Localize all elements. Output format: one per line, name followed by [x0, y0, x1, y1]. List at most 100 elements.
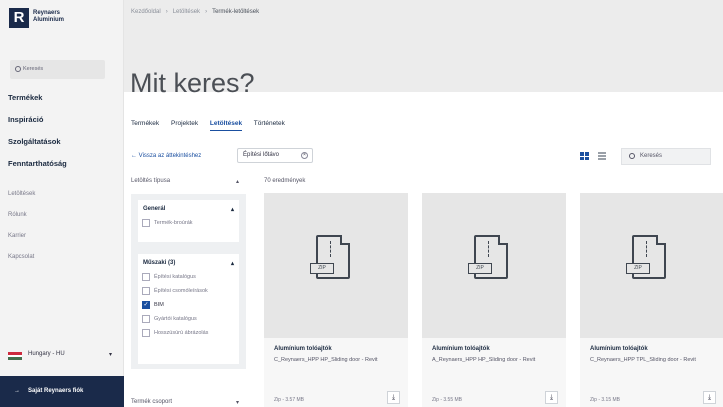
sidebar-item-kapcsolat[interactable]: Kapcsolat — [8, 253, 35, 274]
filter-option-label: Termék-broúrák — [154, 220, 193, 226]
tab-termekek[interactable]: Termékek — [131, 120, 159, 130]
download-card[interactable]: ZIP Alumínium tolóajtók A_Reynaers_HPP H… — [422, 193, 566, 407]
sidebar-item-fenntarthatosag[interactable]: Fenntarthatóság — [8, 158, 67, 180]
card-info: Alumínium tolóajtók C_Reynaers_HPP HP_Sl… — [264, 338, 408, 407]
account-button-label: Saját Reynaers fiók — [28, 388, 84, 394]
chevron-up-icon: ▴ — [235, 179, 239, 185]
sidebar-item-szolgaltatasok[interactable]: Szolgáltatások — [8, 136, 67, 158]
card-file-name[interactable]: C_Reynaers_HPP HP_Sliding door - Revit — [274, 356, 398, 365]
list-view-icon[interactable] — [598, 152, 606, 160]
sidebar-item-letoltesek[interactable]: Letöltések — [8, 190, 35, 211]
results-search-placeholder: Keresés — [640, 153, 663, 159]
results-search-input[interactable]: Keresés — [621, 148, 711, 165]
filter-option-label: Gyártói katalógus — [154, 316, 197, 322]
checkbox[interactable] — [142, 329, 150, 337]
card-file-name[interactable]: C_Reynaers_HPP TPL_Sliding door - Revit — [590, 356, 714, 365]
filter-option-label: Építési csomóleírások — [154, 288, 208, 294]
card-file-name[interactable]: A_Reynaers_HPP HP_Sliding door - Revit — [432, 356, 556, 365]
back-link-label: Vissza az áttekintéshez — [138, 153, 202, 159]
file-type-tag: ZIP — [468, 263, 492, 274]
card-category: Alumínium tolóajtók — [590, 346, 648, 352]
sidebar-search-button[interactable]: Keresés — [10, 60, 105, 79]
account-button[interactable]: → Saját Reynaers fiók — [0, 376, 124, 407]
grid-view-icon[interactable] — [580, 152, 589, 160]
brand-name-line2: Aluminium — [33, 17, 64, 23]
active-filter-label: Építési lőtávo — [243, 152, 280, 158]
arrow-left-icon: ← — [131, 153, 137, 159]
filter-group-technical: Műszaki (3) ▴ Építési katalógus Építési … — [138, 254, 239, 364]
language-label: Hungary - HU — [28, 351, 65, 357]
card-thumbnail: ZIP — [422, 193, 566, 338]
zip-file-icon: ZIP — [468, 235, 508, 279]
filter-option-label: BIM — [154, 302, 164, 308]
zip-file-icon: ZIP — [310, 235, 350, 279]
file-type-tag: ZIP — [626, 263, 650, 274]
sidebar-item-karrier[interactable]: Karrier — [8, 232, 35, 253]
filter-option[interactable]: Termék-broúrák — [138, 216, 239, 230]
filter-product-group[interactable]: Termék csoport ▾ — [131, 399, 239, 406]
back-to-overview-link[interactable]: ← Vissza az áttekintéshez — [131, 153, 201, 159]
arrow-right-icon: → — [14, 388, 20, 394]
card-file-size: Zip - 3.57 MB — [274, 397, 305, 403]
filter-group-title-label: Műszaki (3) — [143, 260, 176, 266]
active-filter-chip[interactable]: Építési lőtávo × — [237, 148, 313, 163]
filter-option[interactable]: Építési csomóleírások — [138, 284, 239, 298]
filter-option-label: Építési katalógus — [154, 274, 196, 280]
filter-group-title[interactable]: Műszaki (3) ▴ — [138, 254, 239, 270]
card-info: Alumínium tolóajtók C_Reynaers_HPP TPL_S… — [580, 338, 723, 407]
filter-header-label: Letöltés típusa — [131, 178, 171, 184]
sidebar: R Reynaers Aluminium Keresés Termékek In… — [0, 0, 124, 407]
card-file-size: Zip - 3.15 MB — [590, 397, 621, 403]
card-category: Alumínium tolóajtók — [274, 346, 332, 352]
filter-option[interactable]: Építési katalógus — [138, 270, 239, 284]
filter-header[interactable]: Letöltés típusa ▴ — [131, 178, 239, 185]
sidebar-item-termekek[interactable]: Termékek — [8, 92, 67, 114]
chevron-up-icon: ▴ — [230, 207, 234, 213]
tab-letoltesek[interactable]: Letöltések — [209, 120, 243, 131]
download-card[interactable]: ZIP Alumínium tolóajtók C_Reynaers_HPP T… — [580, 193, 723, 407]
breadcrumb: Kezdőoldal › Letöltések › Termék-letöltések — [131, 9, 260, 15]
tab-tortenetek[interactable]: Történetek — [254, 120, 285, 130]
checkbox[interactable] — [142, 315, 150, 323]
close-icon[interactable]: × — [301, 152, 308, 159]
sidebar-item-inspiracio[interactable]: Inspiráció — [8, 114, 67, 136]
sidebar-search-label: Keresés — [23, 66, 44, 72]
filter-option[interactable]: Gyártói katalógus — [138, 312, 239, 326]
language-selector[interactable]: Hungary - HU ▾ — [8, 349, 116, 363]
chevron-up-icon: ▴ — [230, 261, 234, 267]
card-file-size: Zip - 3.55 MB — [432, 397, 463, 403]
tab-projektek[interactable]: Projektek — [171, 120, 198, 130]
filter-option-label: Hosszúsúrú ábrázolás — [154, 330, 209, 336]
checkbox[interactable] — [142, 219, 150, 227]
filter-option[interactable]: Hosszúsúrú ábrázolás — [138, 326, 239, 340]
search-tabs: Termékek Projektek Letöltések Történetek — [131, 120, 295, 131]
brand-name-line1: Reynaers — [33, 10, 61, 16]
filter-group-title-label: Generál — [143, 206, 166, 212]
sidebar-sub-nav: Letöltések Rólunk Karrier Kapcsolat — [8, 190, 35, 274]
search-icon — [629, 153, 635, 159]
logo[interactable]: R — [9, 8, 29, 28]
breadcrumb-current: Termék-letöltések — [212, 9, 260, 15]
filter-product-group-label: Termék csoport — [131, 399, 173, 405]
logo-text: Reynaers Aluminium — [33, 10, 64, 24]
hungary-flag-icon — [8, 352, 22, 360]
sidebar-item-rolunk[interactable]: Rólunk — [8, 211, 35, 232]
breadcrumb-item-downloads[interactable]: Letöltések — [173, 9, 200, 15]
download-icon[interactable]: ⤓ — [387, 391, 400, 404]
checkbox-checked[interactable]: ✓ — [142, 301, 150, 309]
results-count: 70 eredmények — [264, 178, 306, 184]
filter-group-general: Generál ▴ Termék-broúrák — [138, 200, 239, 242]
download-icon[interactable]: ⤓ — [703, 391, 716, 404]
download-icon[interactable]: ⤓ — [545, 391, 558, 404]
download-card[interactable]: ZIP Alumínium tolóajtók C_Reynaers_HPP H… — [264, 193, 408, 407]
card-info: Alumínium tolóajtók A_Reynaers_HPP HP_Sl… — [422, 338, 566, 407]
breadcrumb-item-home[interactable]: Kezdőoldal — [131, 9, 161, 15]
checkbox[interactable] — [142, 287, 150, 295]
filter-panel: Generál ▴ Termék-broúrák Műszaki (3) ▴ É… — [131, 194, 246, 369]
filter-group-title[interactable]: Generál ▴ — [138, 200, 239, 216]
checkbox[interactable] — [142, 273, 150, 281]
filter-option[interactable]: ✓ BIM — [138, 298, 239, 312]
card-thumbnail: ZIP — [580, 193, 723, 338]
chevron-down-icon: ▾ — [108, 352, 112, 358]
file-type-tag: ZIP — [310, 263, 334, 274]
